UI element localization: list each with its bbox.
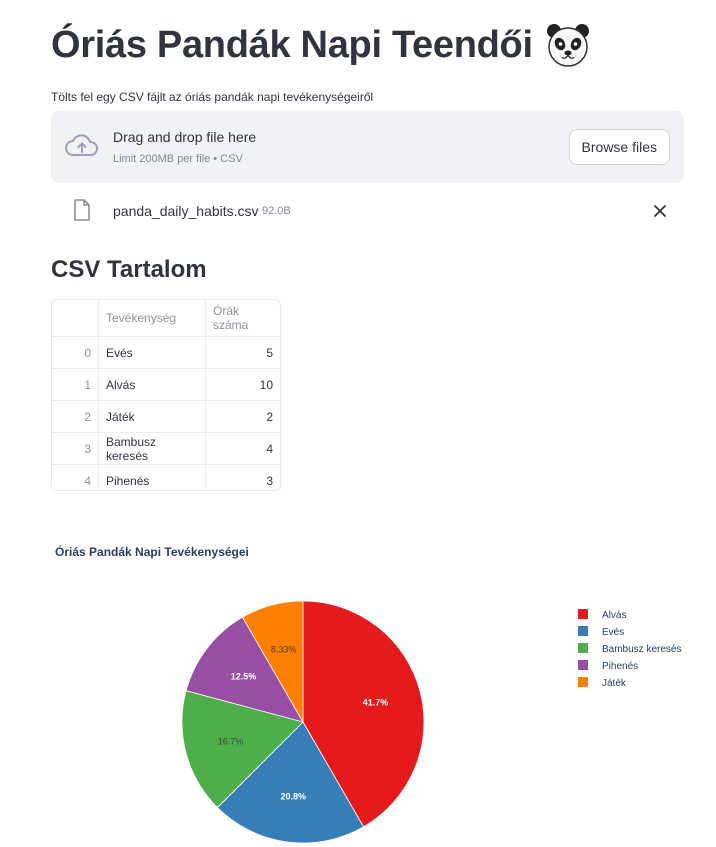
cell-activity[interactable]: Evés <box>98 336 206 369</box>
legend-swatch <box>578 609 588 619</box>
row-index: 3 <box>52 432 99 465</box>
table-row: 4 Pihenés 3 <box>52 464 281 491</box>
section-heading: CSV Tartalom <box>51 256 207 283</box>
legend-item[interactable]: Alvás <box>578 609 626 621</box>
file-icon <box>74 199 90 221</box>
column-header-hours[interactable]: Órák száma <box>205 300 280 337</box>
column-header-index[interactable] <box>52 300 99 337</box>
legend-item[interactable]: Bambusz keresés <box>578 643 681 655</box>
pie-slices <box>181 600 425 844</box>
browse-files-button[interactable]: Browse files <box>568 129 670 165</box>
uploaded-file-row: panda_daily_habits.csv 92.0B <box>51 196 684 226</box>
legend-item[interactable]: Játék <box>578 677 627 689</box>
cell-hours[interactable]: 5 <box>205 336 280 369</box>
row-index: 1 <box>52 368 99 401</box>
cell-hours[interactable]: 3 <box>206 465 281 491</box>
legend-label: Evés <box>602 627 624 638</box>
page-title: Óriás Pandák Napi Teendői <box>51 22 591 68</box>
cell-hours[interactable]: 10 <box>205 368 280 401</box>
dropzone-instruction: Drag and drop file here <box>113 129 257 145</box>
table-row: 0 Evés 5 <box>52 336 280 369</box>
legend-label: Alvás <box>602 610 626 621</box>
column-header-activity[interactable]: Tevékenység <box>98 300 206 337</box>
chart-title: Óriás Pandák Napi Tevékenységei <box>55 544 249 559</box>
uploaded-file-size: 92.0B <box>262 205 291 217</box>
table-row: 1 Alvás 10 <box>52 368 280 401</box>
uploaded-file-name: panda_daily_habits.csv <box>113 203 259 219</box>
legend-item[interactable]: Evés <box>578 626 624 638</box>
table-row: 2 Játék 2 <box>52 400 280 433</box>
legend-swatch <box>578 626 588 636</box>
cell-activity[interactable]: Játék <box>98 400 206 433</box>
chart-legend[interactable]: Alvás Evés Bambusz keresés Pihenés Játék <box>578 609 681 689</box>
file-dropzone[interactable]: Drag and drop file here Limit 200MB per … <box>51 111 684 183</box>
panda-face-icon <box>546 24 589 67</box>
cell-hours[interactable]: 2 <box>205 400 280 433</box>
close-icon[interactable] <box>651 202 669 220</box>
legend-label: Pihenés <box>602 661 638 672</box>
row-index: 4 <box>52 464 99 490</box>
table-header-row: Tevékenység Órák száma <box>52 300 280 337</box>
legend-swatch <box>578 643 588 653</box>
dropzone-limit: Limit 200MB per file • CSV <box>113 153 243 165</box>
legend-label: Játék <box>602 678 627 689</box>
pie-chart[interactable]: Óriás Pandák Napi Tevékenységei 41.7% 20.… <box>0 530 716 847</box>
legend-swatch <box>578 660 588 670</box>
data-table[interactable]: Tevékenység Órák száma 0 Evés 5 1 Alvás … <box>51 299 281 491</box>
table-row: 3 Bambusz keresés 4 <box>52 432 280 465</box>
pie-slice-label: 16.7% <box>218 736 244 746</box>
row-index: 0 <box>52 336 99 369</box>
pie-slice-label: 8.33% <box>271 645 297 655</box>
row-index: 2 <box>52 400 99 433</box>
pie-slice-label: 41.7% <box>363 698 389 708</box>
legend-label: Bambusz keresés <box>602 644 681 655</box>
pie-slice-label: 12.5% <box>231 671 257 681</box>
cell-activity[interactable]: Alvás <box>98 368 206 401</box>
pie-slice-label: 20.8% <box>280 791 306 801</box>
legend-swatch <box>578 677 588 687</box>
upload-caption: Tölts fel egy CSV fájlt az óriás pandák … <box>51 90 374 104</box>
cell-activity[interactable]: Pihenés <box>98 464 206 490</box>
legend-item[interactable]: Pihenés <box>578 660 638 672</box>
cell-hours[interactable]: 4 <box>205 432 280 465</box>
cloud-upload-icon <box>65 134 98 156</box>
page-title-text: Óriás Pandák Napi Teendői <box>51 23 533 66</box>
cell-activity[interactable]: Bambusz keresés <box>98 432 206 465</box>
